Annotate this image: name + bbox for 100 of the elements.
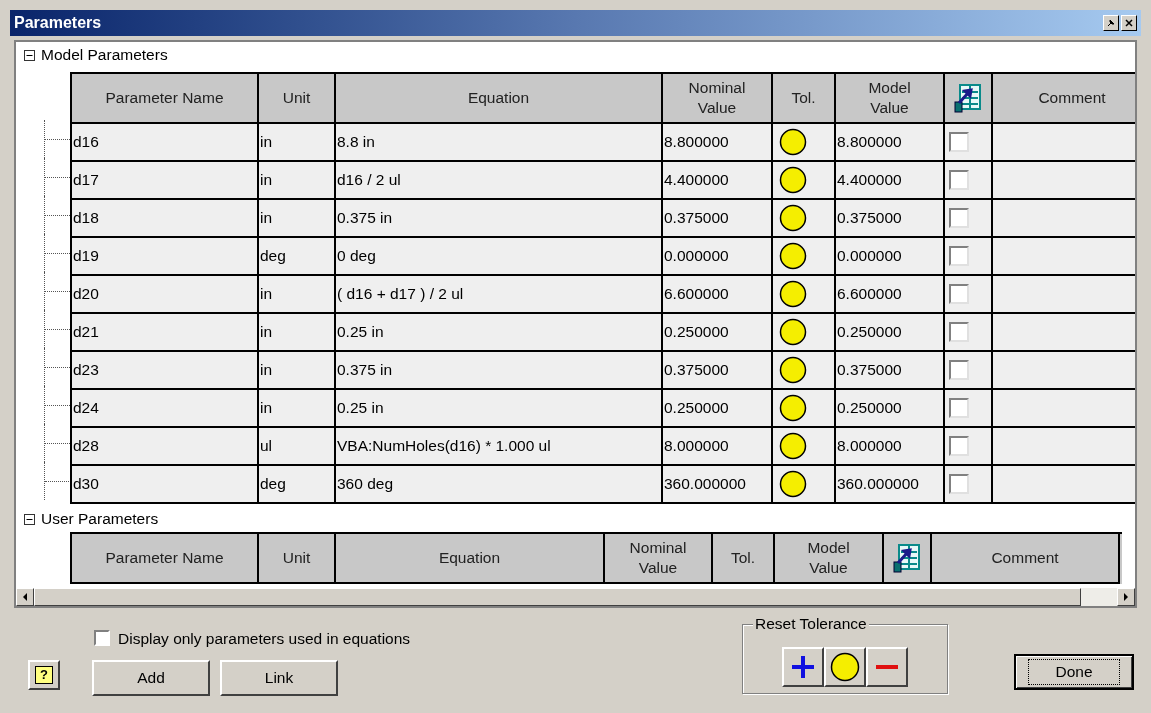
model-value-cell-text: 4.400000 [836, 170, 902, 191]
done-button[interactable]: Done [1014, 654, 1134, 690]
add-button[interactable]: Add [92, 660, 210, 696]
window-title: Parameters [14, 13, 102, 33]
export-checkbox[interactable] [949, 360, 969, 380]
column-header[interactable]: Unit [278, 88, 315, 108]
tolerance-icon[interactable] [779, 204, 807, 232]
section-label: User Parameters [41, 509, 159, 530]
model-value-cell-text: 0.375000 [836, 360, 902, 381]
nominal-tolerance-button[interactable] [824, 647, 866, 687]
export-checkbox[interactable] [949, 170, 969, 190]
tolerance-icon[interactable] [779, 166, 807, 194]
nominal-value-cell-text: 0.250000 [663, 322, 729, 343]
equation-cell-text: 0.25 in [336, 322, 384, 343]
parameter-name-cell-text: d28 [72, 436, 99, 457]
unit-cell-text: deg [259, 474, 286, 495]
model-value-cell-text: 0.000000 [836, 246, 902, 267]
export-checkbox[interactable] [949, 398, 969, 418]
upper-tolerance-button[interactable] [782, 647, 824, 687]
model-value-cell-text: 8.000000 [836, 436, 902, 457]
parameter-name-cell-text: d19 [72, 246, 99, 267]
parameter-name-cell-text: d20 [72, 284, 99, 305]
parameter-name-cell-text: d23 [72, 360, 99, 381]
tolerance-icon[interactable] [779, 470, 807, 498]
column-header[interactable]: Parameter Name [101, 88, 228, 108]
tolerance-icon[interactable] [779, 432, 807, 460]
unit-cell-text: in [259, 398, 273, 419]
circle-icon [830, 652, 860, 682]
equation-cell-text: 0.375 in [336, 360, 393, 381]
equation-cell-text: 0 deg [336, 246, 376, 267]
collapse-icon[interactable] [24, 513, 35, 525]
model-value-cell-text: 0.375000 [836, 208, 902, 229]
nominal-value-cell-text: 0.250000 [663, 398, 729, 419]
parameter-name-cell-text: d17 [72, 170, 99, 191]
unit-cell-text: in [259, 208, 273, 229]
column-header[interactable]: Model Value [844, 78, 935, 118]
parameter-name-cell-text: d24 [72, 398, 99, 419]
export-checkbox[interactable] [949, 284, 969, 304]
close-button[interactable] [1121, 15, 1137, 31]
scroll-right-icon [1123, 593, 1129, 601]
nominal-value-cell-text: 0.375000 [663, 360, 729, 381]
nominal-value-cell-text: 6.600000 [663, 284, 729, 305]
column-header[interactable]: Equation [463, 88, 534, 108]
lower-tolerance-button[interactable] [866, 647, 908, 687]
equation-cell-text: d16 / 2 ul [336, 170, 401, 191]
column-header[interactable]: Nominal Value [613, 538, 703, 578]
parameter-name-cell-text: d16 [72, 132, 99, 153]
tolerance-icon[interactable] [779, 280, 807, 308]
column-header[interactable]: Model Value [783, 538, 874, 578]
column-header[interactable]: Comment [1034, 88, 1110, 108]
unit-cell-text: in [259, 170, 273, 191]
model-value-cell-text: 360.000000 [836, 474, 919, 495]
tolerance-icon[interactable] [779, 318, 807, 346]
equation-cell-text: 0.375 in [336, 208, 393, 229]
pin-button[interactable] [1103, 15, 1119, 31]
export-checkbox[interactable] [949, 246, 969, 266]
horizontal-scrollbar[interactable] [16, 588, 1135, 606]
model-value-cell-text: 8.800000 [836, 132, 902, 153]
parameter-name-cell-text: d21 [72, 322, 99, 343]
column-header[interactable]: Tol. [726, 548, 760, 568]
plus-icon [791, 655, 815, 679]
column-header[interactable]: Nominal Value [672, 78, 762, 118]
export-checkbox[interactable] [949, 132, 969, 152]
parameter-name-cell-text: d18 [72, 208, 99, 229]
tolerance-icon[interactable] [779, 356, 807, 384]
export-checkbox[interactable] [949, 436, 969, 456]
equation-cell-text: VBA:NumHoles(d16) * 1.000 ul [336, 436, 551, 457]
tolerance-icon[interactable] [779, 394, 807, 422]
link-button[interactable]: Link [220, 660, 338, 696]
model-value-cell-text: 6.600000 [836, 284, 902, 305]
unit-cell-text: in [259, 284, 273, 305]
export-checkbox[interactable] [949, 208, 969, 228]
export-checkbox[interactable] [949, 322, 969, 342]
equation-cell-text: 0.25 in [336, 398, 384, 419]
tolerance-icon[interactable] [779, 242, 807, 270]
export-checkbox[interactable] [949, 474, 969, 494]
display-only-checkbox[interactable]: Display only parameters used in equations [94, 626, 411, 650]
column-header[interactable]: Tol. [787, 88, 820, 108]
parameter-name-cell-text: d30 [72, 474, 99, 495]
nominal-value-cell-text: 8.000000 [663, 436, 729, 457]
nominal-value-cell-text: 0.000000 [663, 246, 729, 267]
pin-icon [1107, 19, 1115, 27]
table-export-icon [954, 83, 982, 113]
column-header[interactable]: Parameter Name [101, 548, 228, 568]
unit-cell-text: ul [259, 436, 273, 457]
tolerance-icon[interactable] [779, 128, 807, 156]
collapse-icon[interactable] [24, 49, 35, 61]
nominal-value-cell-text: 4.400000 [663, 170, 729, 191]
help-button[interactable]: ? [28, 660, 60, 690]
nominal-value-cell-text: 8.800000 [663, 132, 729, 153]
column-header[interactable]: Equation [434, 548, 505, 568]
column-header[interactable]: Comment [987, 548, 1063, 568]
model-value-cell-text: 0.250000 [836, 398, 902, 419]
model-value-cell-text: 0.250000 [836, 322, 902, 343]
unit-cell-text: deg [259, 246, 286, 267]
unit-cell-text: in [259, 132, 273, 153]
table-export-icon [893, 543, 921, 573]
column-header[interactable]: Unit [278, 548, 315, 568]
minus-icon [875, 664, 899, 670]
equation-cell-text: 360 deg [336, 474, 394, 495]
